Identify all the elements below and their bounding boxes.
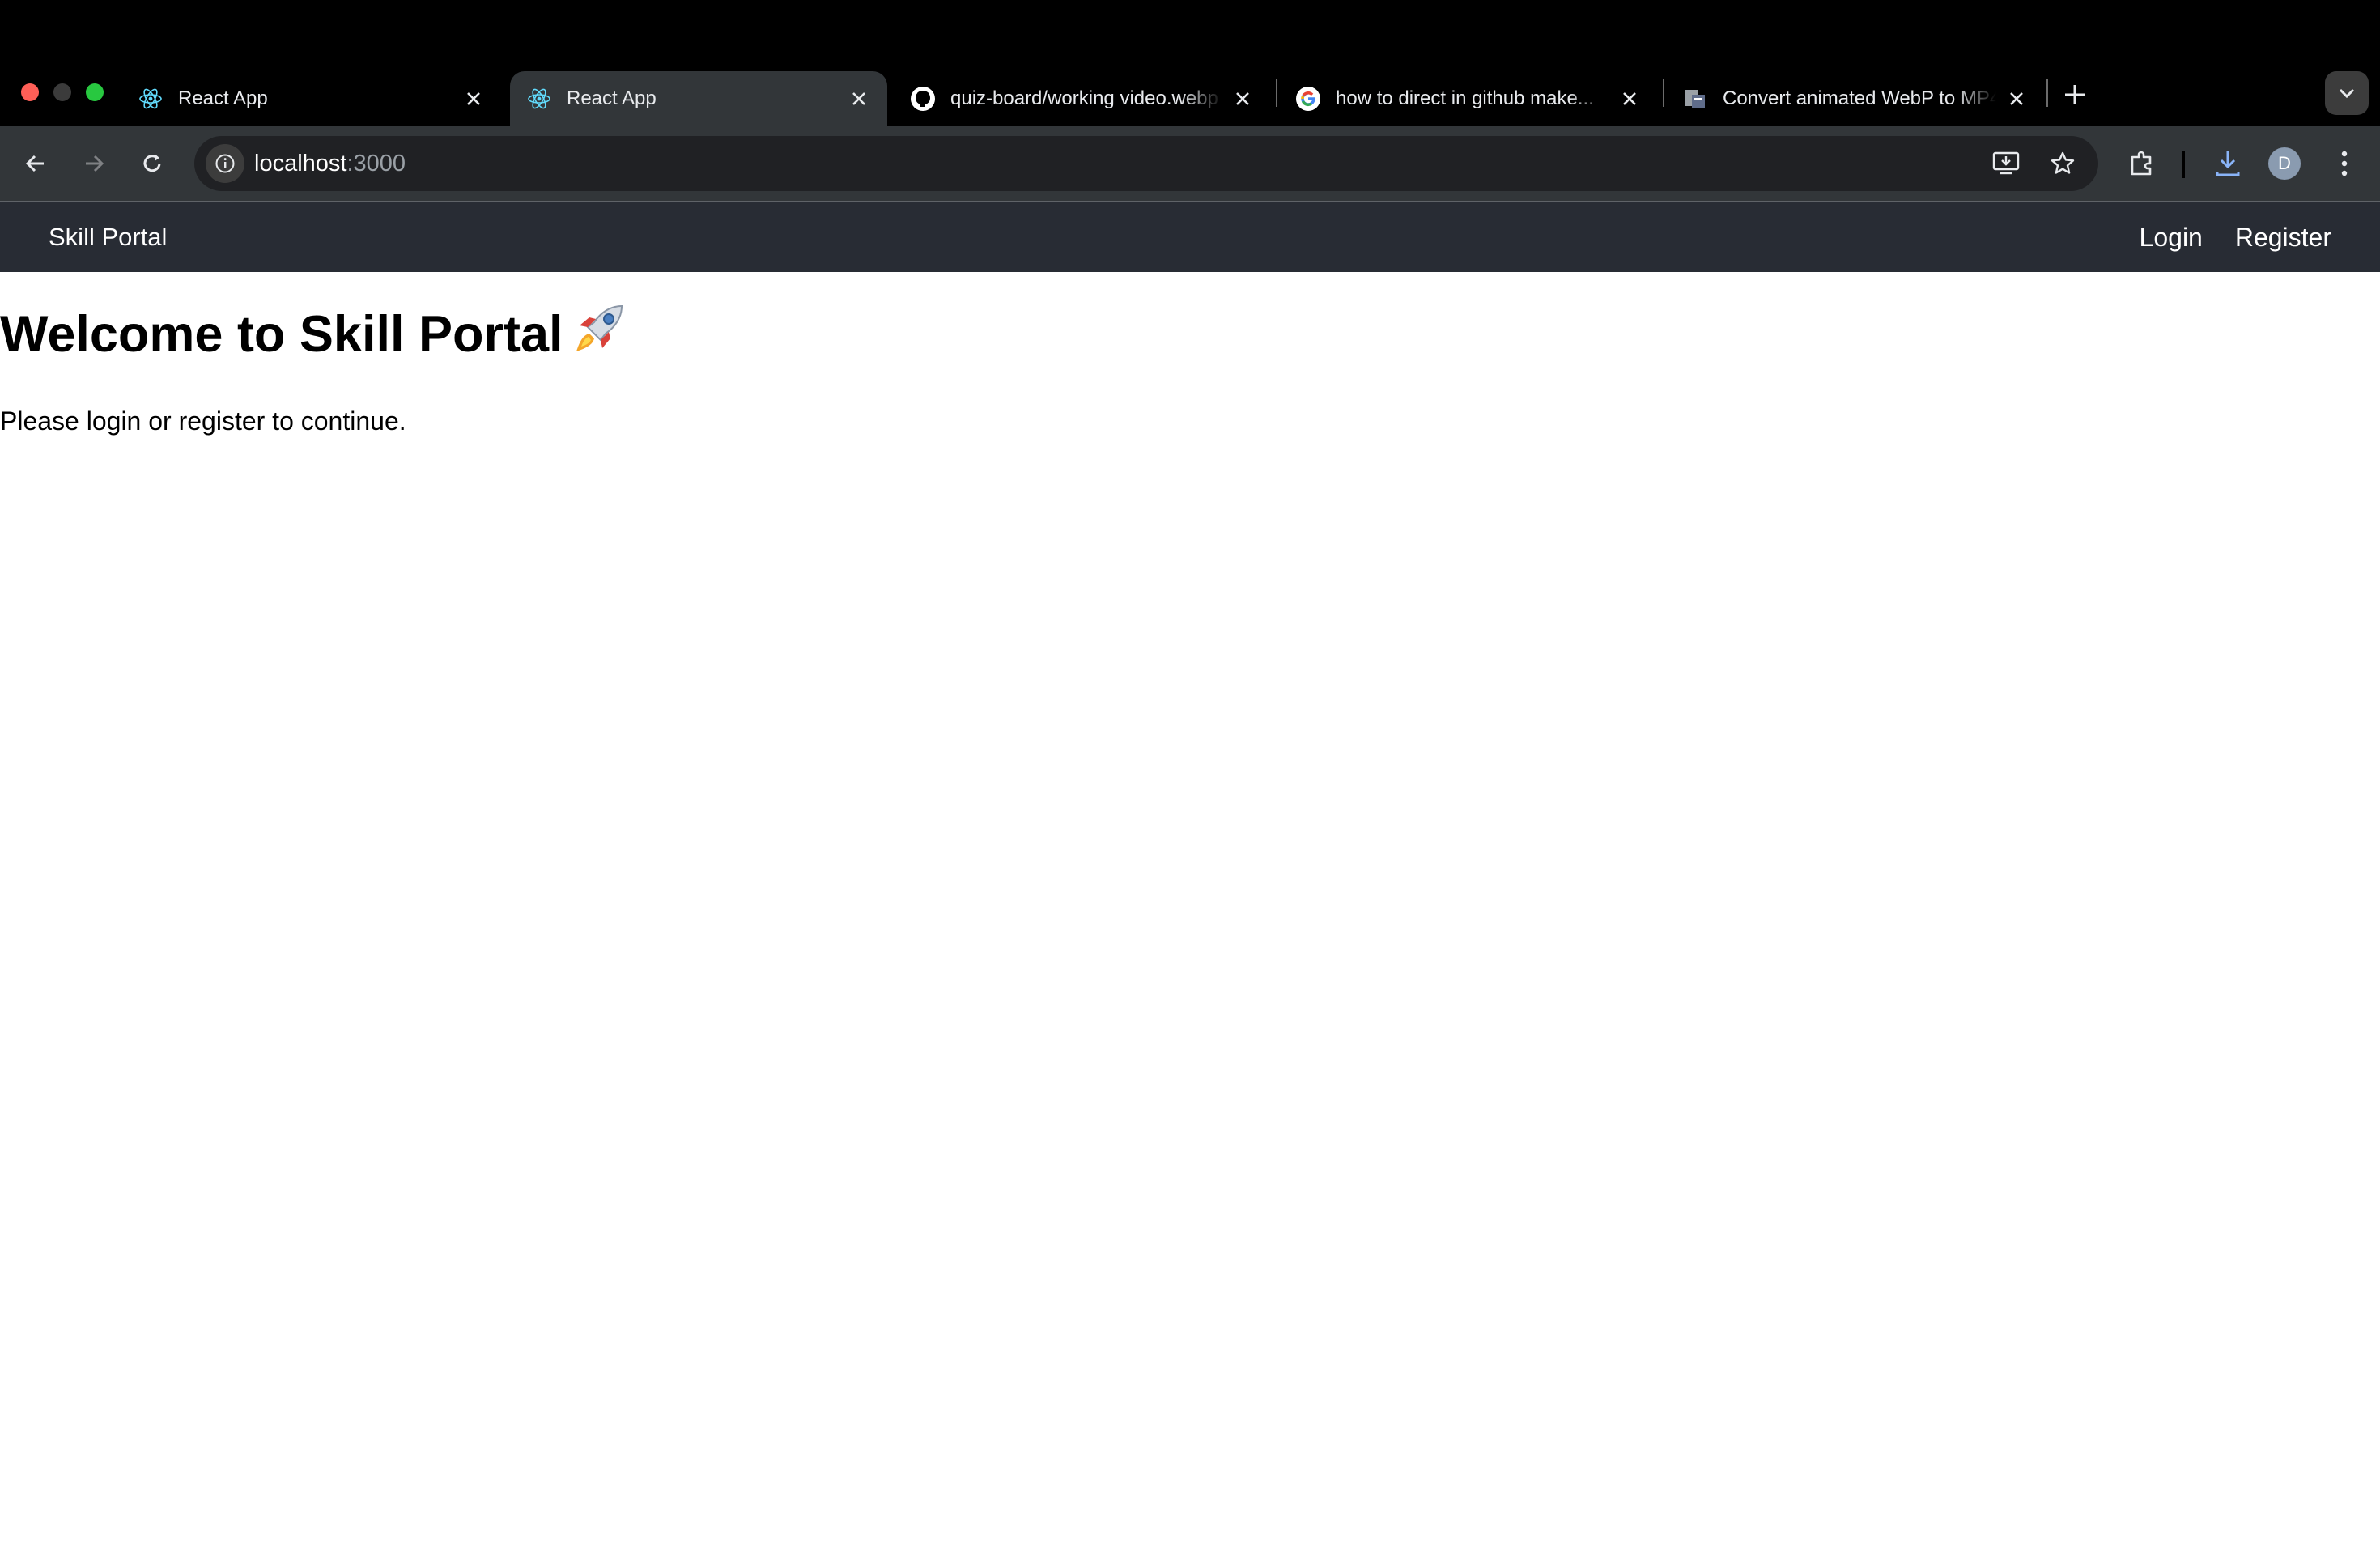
back-button[interactable]	[16, 144, 55, 183]
window-close-button[interactable]	[21, 83, 39, 101]
register-link[interactable]: Register	[2235, 223, 2331, 253]
more-vert-icon	[2341, 151, 2348, 176]
browser-tab[interactable]: quiz-board/working video.webp	[894, 71, 1271, 126]
page-content: Skill Portal Login Register Welcome to S…	[0, 202, 2380, 1548]
rocket-icon	[572, 303, 628, 356]
forward-arrow-icon	[86, 155, 104, 172]
download-icon	[2216, 151, 2240, 176]
window-minimize-button[interactable]	[53, 83, 71, 101]
tab-title: React App	[567, 87, 657, 109]
close-icon[interactable]	[1617, 87, 1642, 111]
tab-title: Convert animated WebP to MP4	[1723, 87, 1996, 109]
install-app-icon[interactable]	[1987, 144, 2025, 183]
profile-avatar[interactable]: D	[2268, 147, 2301, 180]
nav-links: Login Register	[2140, 202, 2331, 272]
brand-link[interactable]: Skill Portal	[49, 202, 167, 272]
browser-tab-strip: React App React App quiz-board/working v…	[0, 0, 2380, 126]
tab-title: how to direct in github make...	[1336, 87, 1594, 109]
puzzle-icon	[2131, 151, 2152, 176]
close-icon[interactable]	[847, 87, 871, 111]
url-text[interactable]: localhost:3000	[254, 136, 406, 191]
react-icon	[138, 86, 164, 112]
close-icon[interactable]	[1230, 87, 1255, 111]
browser-tab[interactable]: Convert animated WebP to MP4	[1666, 71, 2045, 126]
browser-tab[interactable]: React App	[121, 71, 502, 126]
url-host: localhost	[254, 151, 347, 176]
tab-search-button[interactable]	[2325, 71, 2369, 115]
close-icon[interactable]	[2004, 87, 2029, 111]
google-icon	[1295, 86, 1321, 112]
app-navbar: Skill Portal Login Register	[0, 202, 2380, 272]
tab-separator	[1663, 79, 1664, 107]
welcome-message: Please login or register to continue.	[0, 406, 406, 436]
window-maximize-button[interactable]	[86, 83, 104, 101]
page-title: Welcome to Skill Portal	[0, 303, 628, 364]
login-link[interactable]: Login	[2140, 223, 2203, 253]
page-title-text: Welcome to Skill Portal	[0, 306, 563, 363]
tab-title: quiz-board/working video.webp	[950, 87, 1218, 109]
browser-tab[interactable]: how to direct in github make...	[1279, 71, 1658, 126]
menu-button[interactable]	[2325, 144, 2364, 183]
downloads-button[interactable]	[2208, 144, 2247, 183]
bookmark-star-icon[interactable]	[2043, 144, 2082, 183]
tab-title: React App	[178, 87, 268, 109]
extensions-button[interactable]	[2123, 144, 2161, 183]
close-icon[interactable]	[461, 87, 486, 111]
github-icon	[910, 86, 936, 112]
toolbar-divider	[2182, 151, 2185, 178]
new-tab-button[interactable]	[2056, 76, 2093, 113]
chevron-down-icon	[2339, 88, 2355, 99]
tab-separator	[2046, 79, 2048, 107]
browser-toolbar: localhost:3000 D	[0, 126, 2380, 201]
reload-icon	[143, 154, 161, 172]
address-bar[interactable]: localhost:3000	[194, 136, 2098, 191]
converter-icon	[1682, 86, 1708, 112]
reload-button[interactable]	[133, 144, 172, 183]
forward-button[interactable]	[74, 144, 113, 183]
tab-separator	[1276, 79, 1277, 107]
react-icon	[526, 86, 552, 112]
site-info-icon[interactable]	[206, 144, 244, 183]
url-port: :3000	[346, 151, 406, 176]
browser-tab-active[interactable]: React App	[510, 71, 887, 126]
back-arrow-icon	[25, 155, 44, 172]
